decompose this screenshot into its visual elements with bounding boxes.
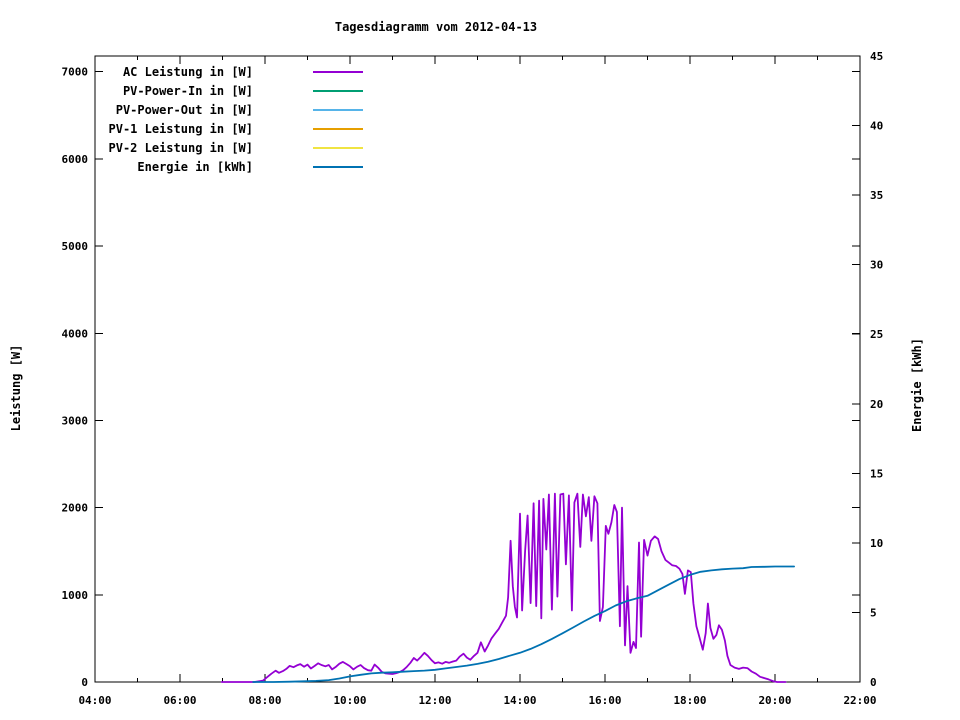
x-tick-label: 20:00 [758,694,791,707]
legend-label: PV-1 Leistung in [W] [109,122,254,136]
series-line-ac-leistung-in-w [222,494,786,682]
y2-tick-label: 45 [870,50,883,63]
y2-tick-label: 10 [870,537,883,550]
y2-tick-label: 35 [870,189,883,202]
legend-label: PV-Power-Out in [W] [116,103,253,117]
legend-label: PV-Power-In in [W] [123,84,253,98]
x-tick-label: 18:00 [673,694,706,707]
legend-label: Energie in [kWh] [137,160,253,174]
y2-axis-label: Energie [kWh] [910,338,924,432]
day-chart-svg: Tagesdiagramm vom 2012-04-13 Leistung [W… [0,0,960,720]
x-tick-label: 10:00 [333,694,366,707]
y2-tick-label: 0 [870,676,877,689]
y-tick-label: 4000 [62,327,89,340]
x-tick-label: 16:00 [588,694,621,707]
gnuplot-day-chart-page: Tagesdiagramm vom 2012-04-13 Leistung [W… [0,0,960,720]
x-tick-label: 06:00 [163,694,196,707]
y2-tick-label: 5 [870,606,877,619]
plot-area: 04:00 06:00 08:00 10:00 12:00 14:00 16:00 18:00… [62,50,884,707]
y-tick-label: 2000 [62,502,89,515]
y-tick-label: 6000 [62,153,89,166]
y2-tick-label: 20 [870,398,883,411]
y-tick-label: 7000 [62,66,89,79]
x-tick-label: 14:00 [503,694,536,707]
legend-label: PV-2 Leistung in [W] [109,141,254,155]
y-tick-label: 3000 [62,414,89,427]
x-tick-label: 04:00 [78,694,111,707]
y-tick-label: 1000 [62,589,89,602]
legend-label: AC Leistung in [W] [123,65,253,79]
chart-title: Tagesdiagramm vom 2012-04-13 [335,20,537,34]
y2-tick-label: 15 [870,467,883,480]
y2-tick-label: 40 [870,120,883,133]
x-tick-label: 08:00 [248,694,281,707]
y-axis-label: Leistung [W] [9,345,23,432]
y-tick-label: 5000 [62,240,89,253]
x-tick-label: 22:00 [843,694,876,707]
y2-tick-label: 25 [870,328,883,341]
x-tick-label: 12:00 [418,694,451,707]
y-tick-label: 0 [81,676,88,689]
y2-tick-label: 30 [870,259,883,272]
